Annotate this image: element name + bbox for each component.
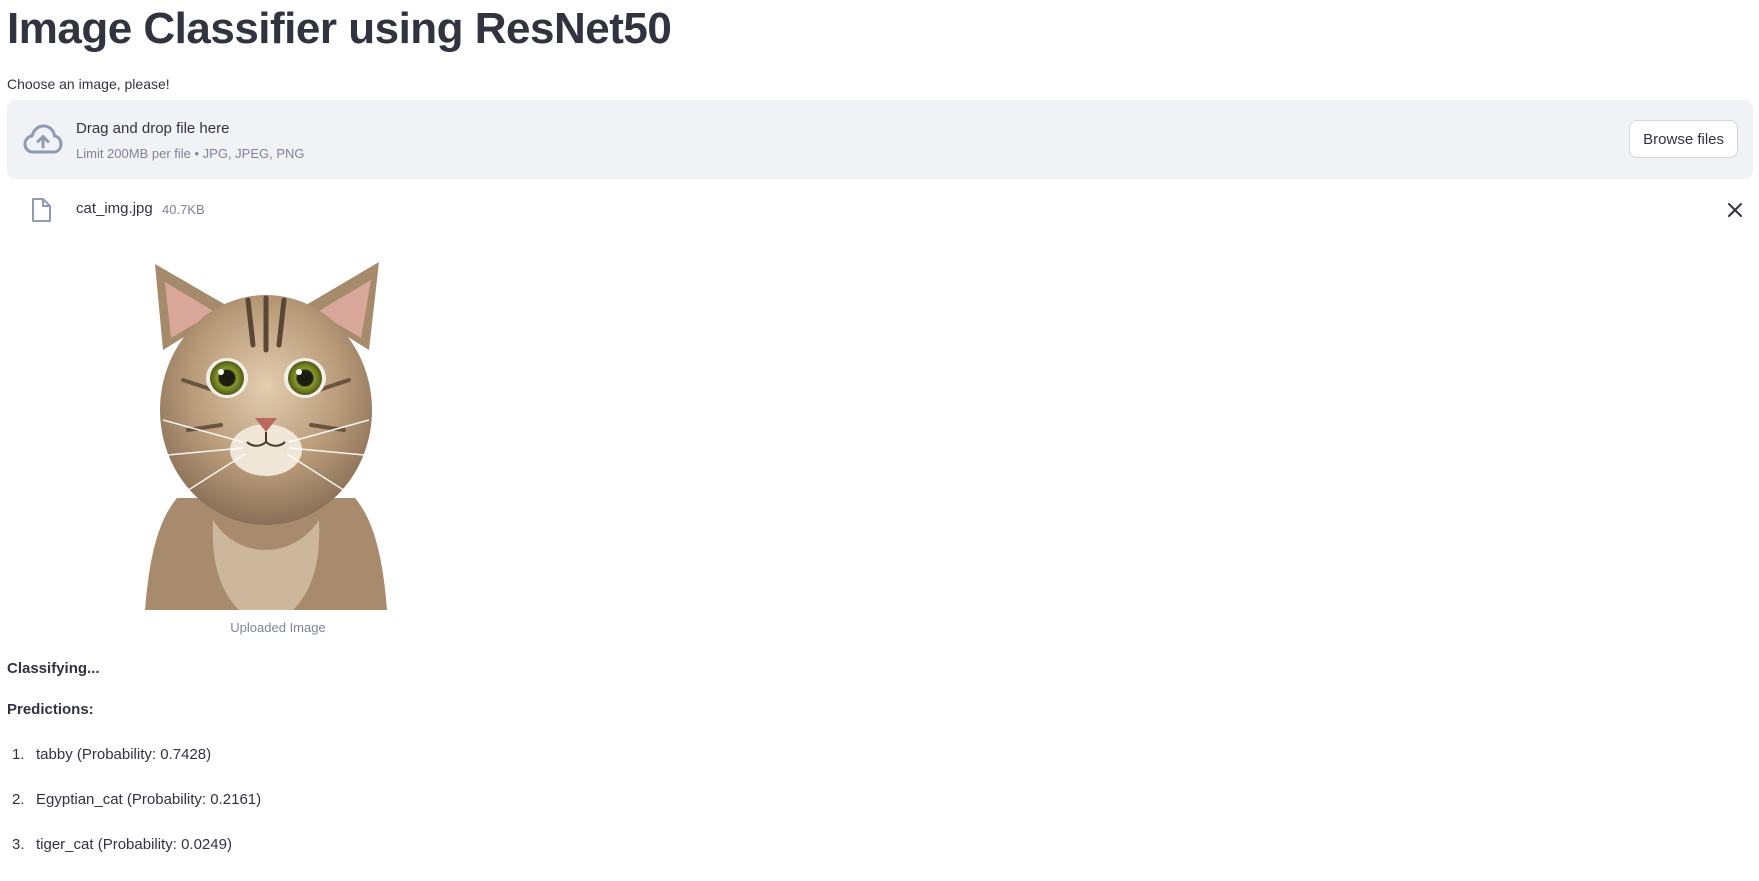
file-icon bbox=[32, 198, 51, 222]
file-size: 40.7KB bbox=[162, 202, 205, 217]
status-text: Classifying... bbox=[7, 660, 100, 677]
prediction-text: Egyptian_cat (Probability: 0.2161) bbox=[36, 791, 262, 808]
prediction-number: 2. bbox=[12, 791, 25, 808]
browse-files-button[interactable]: Browse files bbox=[1629, 120, 1738, 158]
prediction-text: tabby (Probability: 0.7428) bbox=[36, 746, 212, 763]
dropzone-hint: Limit 200MB per file • JPG, JPEG, PNG bbox=[76, 146, 305, 161]
file-dropzone[interactable]: Drag and drop file here Limit 200MB per … bbox=[7, 100, 1753, 179]
upload-label: Choose an image, please! bbox=[7, 76, 170, 92]
close-icon[interactable] bbox=[1727, 202, 1743, 218]
file-name: cat_img.jpg bbox=[76, 200, 153, 217]
prediction-text: tiger_cat (Probability: 0.0249) bbox=[36, 836, 232, 853]
dropzone-title: Drag and drop file here bbox=[76, 120, 230, 137]
uploaded-file-row: cat_img.jpg 40.7KB bbox=[7, 195, 1753, 225]
cloud-upload-icon bbox=[23, 124, 63, 154]
uploaded-cat-image bbox=[145, 262, 387, 610]
predictions-heading: Predictions: bbox=[7, 701, 94, 718]
prediction-number: 1. bbox=[12, 746, 25, 763]
prediction-number: 3. bbox=[12, 836, 25, 853]
image-caption: Uploaded Image bbox=[230, 620, 326, 635]
page-title: Image Classifier using ResNet50 bbox=[7, 4, 672, 53]
